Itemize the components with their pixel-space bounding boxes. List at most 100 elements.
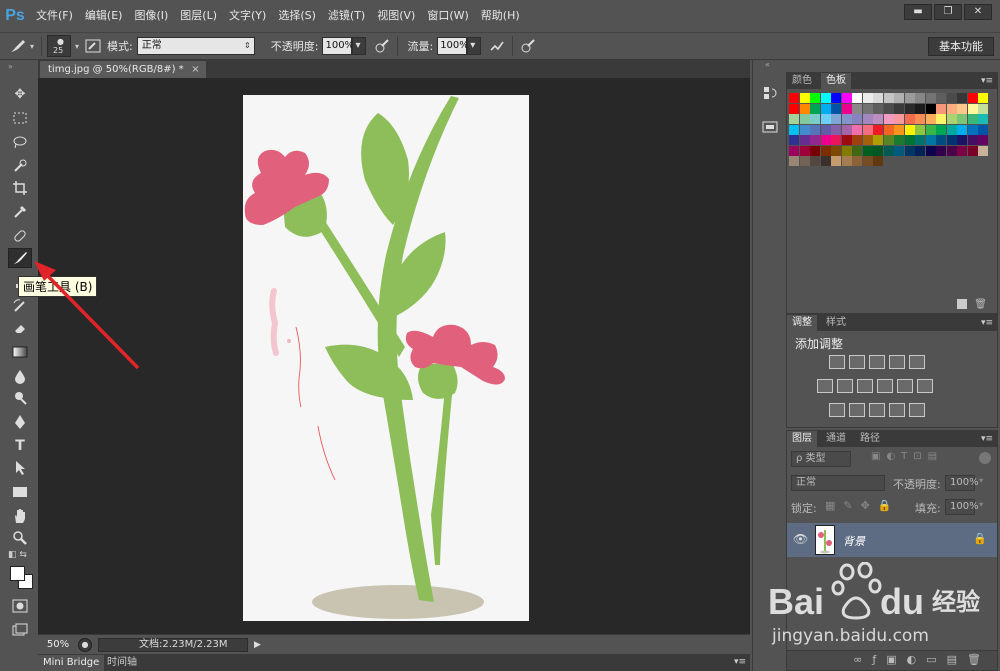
- hand-tool-icon[interactable]: [8, 506, 32, 526]
- quick-selection-tool-icon[interactable]: [8, 156, 32, 176]
- swatch[interactable]: [946, 114, 957, 124]
- swatch[interactable]: [957, 135, 967, 145]
- swatch[interactable]: [831, 93, 841, 103]
- screen-mode-icon[interactable]: [8, 620, 32, 640]
- fill-dropdown-icon[interactable]: ▾: [979, 500, 983, 509]
- swatch[interactable]: [852, 124, 862, 135]
- swatch[interactable]: [936, 93, 946, 103]
- swatch[interactable]: [841, 145, 852, 156]
- menu-item-2[interactable]: 图像(I): [128, 0, 174, 32]
- foreground-color[interactable]: [10, 566, 25, 581]
- type-tool-icon[interactable]: T: [8, 436, 32, 456]
- minimize-button[interactable]: ▬: [904, 4, 932, 20]
- swatch[interactable]: [799, 156, 810, 166]
- menu-item-5[interactable]: 选择(S): [272, 0, 322, 32]
- eraser-tool-icon[interactable]: [8, 318, 32, 338]
- swatch[interactable]: [789, 93, 799, 103]
- quick-mask-icon[interactable]: [8, 596, 32, 616]
- swatch[interactable]: [883, 114, 894, 124]
- panel-menu-icon[interactable]: ▾≡: [981, 315, 993, 331]
- swatch[interactable]: [967, 124, 978, 135]
- pen-tool-icon[interactable]: [8, 412, 32, 432]
- tab-mini-bridge[interactable]: Mini Bridge: [38, 655, 105, 671]
- swatch[interactable]: [883, 135, 894, 145]
- swatch[interactable]: [841, 156, 852, 166]
- swatch[interactable]: [799, 93, 810, 103]
- swatch[interactable]: [799, 124, 810, 135]
- airbrush-icon[interactable]: [487, 36, 507, 56]
- pressure-opacity-icon[interactable]: [372, 36, 392, 56]
- menu-item-6[interactable]: 滤镜(T): [322, 0, 371, 32]
- swatch[interactable]: [894, 103, 904, 114]
- swatch[interactable]: [957, 103, 967, 114]
- swatch[interactable]: [810, 124, 820, 135]
- zoom-level[interactable]: 50%: [38, 639, 78, 650]
- layer-filter-icons[interactable]: ▣◐T⊡▤: [871, 451, 943, 462]
- brush-size-dropdown-icon[interactable]: ▾: [75, 42, 79, 51]
- swatch[interactable]: [873, 145, 883, 156]
- adjustment-icon[interactable]: [917, 379, 933, 393]
- swatch[interactable]: [978, 114, 988, 124]
- swatch[interactable]: [904, 93, 915, 103]
- swatch[interactable]: [957, 145, 967, 156]
- swatch[interactable]: [946, 93, 957, 103]
- swatch[interactable]: [799, 135, 810, 145]
- mode-select[interactable]: 正常 ⇕: [136, 37, 255, 55]
- swatch[interactable]: [967, 103, 978, 114]
- workspace-button[interactable]: 基本功能: [928, 37, 994, 56]
- document-tab[interactable]: timg.jpg @ 50%(RGB/8#) * ×: [40, 61, 206, 78]
- swatch[interactable]: [894, 135, 904, 145]
- close-button[interactable]: ✕: [964, 4, 992, 20]
- filter-toggle-icon[interactable]: [979, 452, 991, 464]
- swatch[interactable]: [810, 156, 820, 166]
- swatch[interactable]: [873, 114, 883, 124]
- swatch[interactable]: [799, 145, 810, 156]
- swatch[interactable]: [820, 135, 831, 145]
- swatch[interactable]: [883, 93, 894, 103]
- swatch[interactable]: [936, 103, 946, 114]
- layer-filter-select[interactable]: ρ 类型: [791, 451, 851, 467]
- menu-item-4[interactable]: 文字(Y): [223, 0, 272, 32]
- swatch[interactable]: [925, 145, 936, 156]
- status-info-icon[interactable]: ●: [78, 637, 92, 652]
- swatch[interactable]: [978, 124, 988, 135]
- swatch[interactable]: [789, 156, 799, 166]
- healing-brush-tool-icon[interactable]: [8, 226, 32, 246]
- opacity-dropdown-icon[interactable]: ▾: [352, 37, 367, 55]
- swatch[interactable]: [820, 114, 831, 124]
- swatch[interactable]: [841, 114, 852, 124]
- swatch[interactable]: [873, 124, 883, 135]
- menu-item-8[interactable]: 窗口(W): [421, 0, 474, 32]
- swatch[interactable]: [904, 145, 915, 156]
- swatch[interactable]: [936, 135, 946, 145]
- swatch[interactable]: [852, 103, 862, 114]
- swatch[interactable]: [967, 93, 978, 103]
- swatch[interactable]: [915, 93, 925, 103]
- tab-paths[interactable]: 路径: [855, 431, 885, 447]
- brush-size-picker[interactable]: ● 25: [47, 35, 72, 57]
- adjustment-icon[interactable]: [889, 403, 905, 417]
- rectangle-tool-icon[interactable]: [8, 482, 32, 502]
- swatch[interactable]: [810, 93, 820, 103]
- adjustment-icon[interactable]: [869, 355, 885, 369]
- swatch[interactable]: [789, 103, 799, 114]
- swatch[interactable]: [904, 135, 915, 145]
- swatch[interactable]: [820, 124, 831, 135]
- crop-tool-icon[interactable]: [8, 178, 32, 198]
- swatch[interactable]: [967, 135, 978, 145]
- lock-icons[interactable]: ▦✎✥🔒: [825, 499, 900, 512]
- swatch[interactable]: [936, 124, 946, 135]
- swatch[interactable]: [873, 135, 883, 145]
- canvas-area[interactable]: [38, 78, 750, 634]
- adjustment-icon[interactable]: [837, 379, 853, 393]
- swatch[interactable]: [946, 124, 957, 135]
- swatch[interactable]: [915, 124, 925, 135]
- swatch[interactable]: [799, 103, 810, 114]
- swatch[interactable]: [894, 124, 904, 135]
- eyedropper-tool-icon[interactable]: [8, 202, 32, 222]
- swatch[interactable]: [862, 156, 873, 166]
- swatch[interactable]: [841, 103, 852, 114]
- swatch[interactable]: [915, 114, 925, 124]
- swatch[interactable]: [852, 93, 862, 103]
- adjustment-icon[interactable]: [909, 403, 925, 417]
